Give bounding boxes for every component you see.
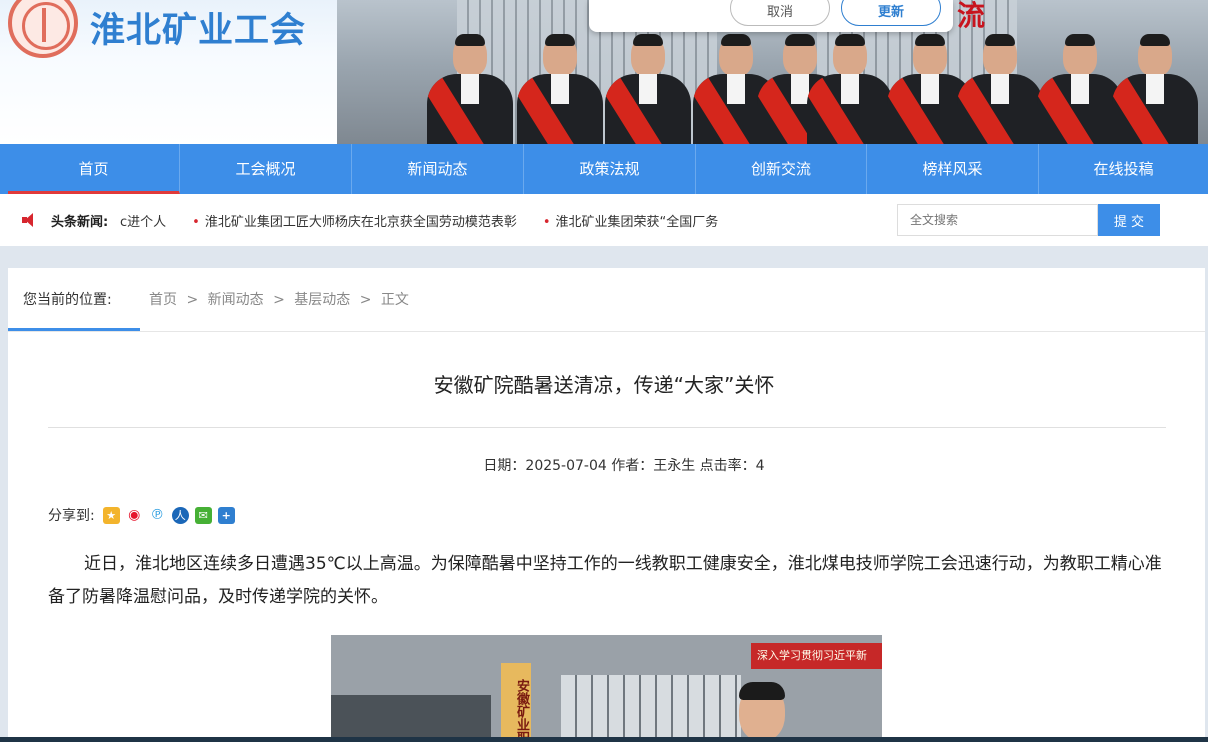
- search-input[interactable]: [897, 204, 1098, 236]
- bullet-icon: •: [542, 215, 551, 230]
- title-divider: [48, 427, 1166, 428]
- breadcrumb-home[interactable]: 首页: [149, 292, 177, 308]
- site-title[interactable]: 淮北矿业工会: [90, 2, 306, 53]
- speaker-icon: [22, 213, 38, 227]
- nav-item-models[interactable]: 榜样风采: [867, 144, 1039, 194]
- cancel-button[interactable]: 取消: [730, 0, 830, 26]
- nav-item-submit[interactable]: 在线投稿: [1039, 144, 1208, 194]
- update-button[interactable]: 更新: [841, 0, 941, 26]
- breadcrumb-underline: [8, 328, 140, 331]
- headline-item[interactable]: 淮北矿业集团荣获“全国厂务: [556, 215, 719, 230]
- page-bottom-bar: [0, 737, 1208, 742]
- headline-item[interactable]: 淮北矿业集团工匠大师杨庆在北京获全国劳动模范表彰: [205, 215, 517, 230]
- nav-item-policy[interactable]: 政策法规: [524, 144, 696, 194]
- update-dialog: 取消 更新: [589, 0, 953, 32]
- photo-sign-text: 安徽矿业职: [501, 663, 531, 737]
- nav-item-overview[interactable]: 工会概况: [180, 144, 352, 194]
- more-icon[interactable]: +: [217, 506, 235, 524]
- banner-slogan: 流: [957, 0, 986, 32]
- breadcrumb-label: 您当前的位置:: [23, 292, 112, 308]
- bullet-icon: •: [192, 215, 200, 230]
- breadcrumb-news[interactable]: 新闻动态: [208, 292, 264, 308]
- weibo-icon[interactable]: ◉: [125, 506, 143, 524]
- headline-ticker: c进个人 • 淮北矿业集团工匠大师杨庆在北京获全国劳动模范表彰 • 淮北矿业集团荣获“全…: [120, 211, 780, 231]
- nav-item-news[interactable]: 新闻动态: [352, 144, 524, 194]
- union-emblem-icon[interactable]: [8, 0, 78, 58]
- share-label: 分享到:: [48, 508, 95, 524]
- photo-banner-text: 深入学习贯彻习近平新: [751, 643, 882, 669]
- pengyou-icon[interactable]: ℗: [148, 506, 166, 524]
- breadcrumb-path: 首页 > 新闻动态 > 基层动态 > 正文: [149, 289, 414, 309]
- headline-item[interactable]: c进个人: [120, 215, 166, 230]
- article-photo: 安徽矿业职 深入学习贯彻习近平新: [331, 635, 882, 737]
- nav-item-innovation[interactable]: 创新交流: [696, 144, 867, 194]
- article-paragraph: 近日，淮北地区连续多日遭遇35℃以上高温。为保障酷暑中坚持工作的一线教职工健康安…: [48, 554, 1162, 607]
- breadcrumb-separator: >: [359, 292, 372, 308]
- wechat-icon[interactable]: ✉: [194, 506, 212, 524]
- qzone-icon[interactable]: ★: [102, 506, 120, 524]
- search-submit-button[interactable]: 提 交: [1098, 204, 1160, 236]
- main-nav: 首页 工会概况 新闻动态 政策法规 创新交流 榜样风采 在线投稿: [0, 144, 1208, 194]
- share-bar: 分享到: ★ ◉ ℗ 人 ✉ +: [48, 505, 235, 525]
- nav-item-home[interactable]: 首页: [8, 144, 180, 194]
- renren-icon[interactable]: 人: [171, 506, 189, 524]
- article-meta: 日期：2025-07-04 作者：王永生 点击率：4: [483, 458, 765, 474]
- breadcrumb-separator: >: [186, 292, 199, 308]
- breadcrumb-grassroots[interactable]: 基层动态: [294, 292, 350, 308]
- breadcrumb-separator: >: [273, 292, 285, 308]
- breadcrumb: 您当前的位置: 首页 > 新闻动态 > 基层动态 > 正文: [8, 268, 1205, 332]
- breadcrumb-current: 正文: [380, 292, 409, 308]
- article-title: 安徽矿院酷暑送清凉，传递“大家”关怀: [433, 373, 775, 397]
- headline-label: 头条新闻:: [51, 215, 109, 230]
- logo-area: 淮北矿业工会: [0, 0, 337, 144]
